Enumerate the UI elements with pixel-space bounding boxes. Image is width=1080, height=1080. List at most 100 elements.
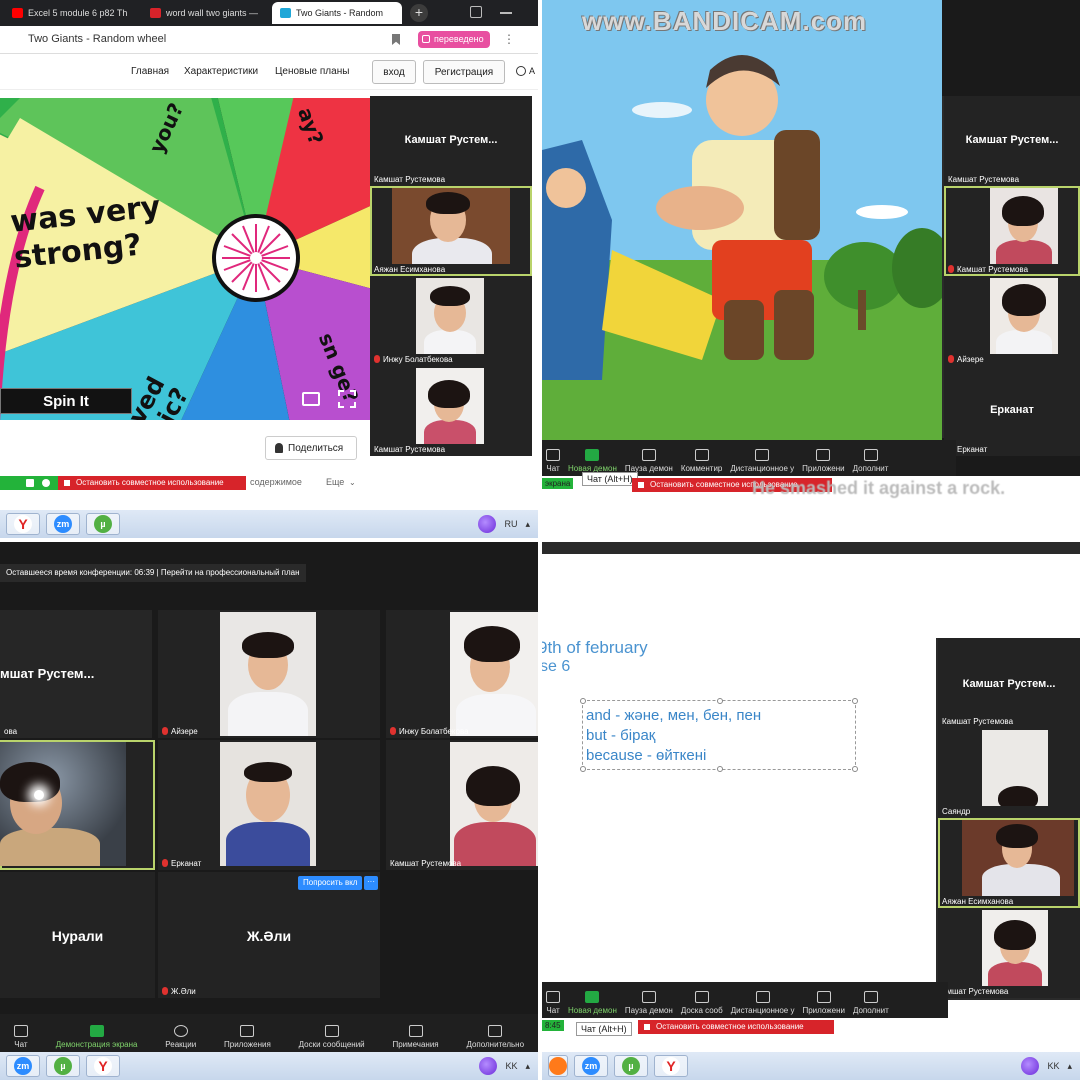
participant-tile[interactable]: амшат Рустемова (938, 908, 1080, 998)
tray-arrow-icon[interactable]: ▴ (525, 519, 530, 530)
text-box[interactable]: and - және, мен, бен, пен but - бірақ be… (580, 698, 858, 772)
chevron-down-icon[interactable]: ⌄ (349, 478, 356, 487)
resize-handle[interactable] (852, 698, 858, 704)
apps-button[interactable]: Приложени (798, 440, 848, 476)
more-button[interactable]: Дополнит (849, 440, 893, 476)
keyboard-language[interactable]: KK (505, 1061, 517, 1071)
translated-badge[interactable]: переведено (418, 31, 490, 48)
participant-tile[interactable]: Камшат Рустем... Камшат Рустемова (938, 638, 1080, 728)
participant-video (220, 612, 316, 736)
login-button[interactable]: вход (372, 60, 416, 84)
notes-button[interactable]: Примечания (388, 1014, 442, 1052)
kebab-menu-icon[interactable]: ⋮ (503, 32, 515, 46)
whiteboards-button[interactable]: Доски сообщений (295, 1014, 369, 1052)
resize-handle[interactable] (580, 698, 586, 704)
meeting-time-banner[interactable]: Оставшееся время конференции: 06:39 | Пе… (0, 564, 306, 582)
nav-pricing-link[interactable]: Ценовые планы (275, 66, 349, 77)
participant-tile[interactable]: Инжу Болатбекова (386, 610, 538, 738)
nav-home-link[interactable]: Главная (131, 66, 169, 77)
participant-big-name: Камшат Рустем... (404, 134, 498, 146)
resize-handle[interactable] (580, 766, 586, 772)
pause-share-button[interactable]: Пауза демон (621, 982, 677, 1018)
more-button[interactable]: Дополнительно (462, 1014, 528, 1052)
language-label[interactable]: А (529, 66, 535, 76)
tab-search-icon[interactable] (470, 6, 482, 18)
taskbar-yandex-button[interactable]: Y (654, 1055, 688, 1077)
participant-tile[interactable]: Камшат Рустемова (386, 740, 538, 870)
chat-button[interactable]: Чат (542, 440, 564, 476)
participant-tile[interactable]: Камшат Рустем... Камшат Рустемова (370, 96, 532, 186)
sound-icon[interactable] (302, 392, 320, 406)
minimize-icon[interactable] (500, 12, 512, 14)
taskbar-yandex-button[interactable]: Y (6, 513, 40, 535)
taskbar-yandex-button[interactable]: Y (86, 1055, 120, 1077)
share-screen-button[interactable]: Демонстрация экрана (52, 1014, 142, 1052)
apps-button[interactable]: Приложения (220, 1014, 275, 1052)
remote-control-button[interactable]: Дистанционное у (727, 982, 799, 1018)
tray-arrow-icon[interactable]: ▴ (525, 1061, 530, 1072)
reactions-button[interactable]: Реакции (161, 1014, 200, 1052)
participant-tile-active[interactable]: Камшат Рустемова (944, 186, 1080, 276)
participant-tile[interactable]: Айзере (158, 610, 380, 738)
taskbar-utorrent-button[interactable]: µ (86, 513, 120, 535)
bookmark-icon[interactable] (392, 34, 400, 45)
stop-sharing-button[interactable]: Остановить совместное использование (58, 476, 246, 490)
new-tab-button[interactable]: + (410, 4, 428, 22)
participant-big-name: Нурали (51, 928, 104, 944)
alice-assistant-icon[interactable] (1021, 1057, 1040, 1075)
nav-features-link[interactable]: Характеристики (184, 66, 258, 77)
participant-tile-active[interactable]: Аяжан Есимханова (938, 818, 1080, 908)
taskbar-utorrent-button[interactable]: µ (614, 1055, 648, 1077)
chat-button[interactable]: Чат (542, 982, 564, 1018)
participant-tile[interactable]: Ерканат Ерканат (944, 366, 1080, 456)
more-dropdown[interactable]: Еще (326, 477, 344, 487)
resize-handle[interactable] (717, 698, 723, 704)
whiteboard-button[interactable]: Доска сооб (677, 982, 727, 1018)
remote-control-button[interactable]: Дистанционное у (726, 440, 798, 476)
taskbar-zoom-button[interactable]: zm (574, 1055, 608, 1077)
participant-tile[interactable]: Ж.Әли Ж.Әли Попросить вкл ··· (158, 872, 380, 998)
more-button[interactable]: Дополнит (849, 982, 893, 1018)
stop-sharing-button[interactable]: Остановить совместное использование (638, 1020, 834, 1034)
participant-tile[interactable]: Инжу Болатбекова (370, 276, 532, 366)
spin-it-button[interactable]: Spin It (0, 388, 132, 414)
taskbar-utorrent-button[interactable]: µ (46, 1055, 80, 1077)
participant-name-text: Ерканат (957, 445, 988, 454)
random-wheel[interactable]: was very strong? you? ay? ved sic? sn ge… (0, 98, 370, 420)
participant-tile[interactable]: Нурали (0, 872, 155, 998)
zoom-icon: zm (54, 515, 72, 533)
tray-arrow-icon[interactable]: ▴ (1067, 1061, 1072, 1072)
participant-tile[interactable]: Ерканат (158, 740, 380, 870)
taskbar-zoom-button[interactable]: zm (46, 513, 80, 535)
browser-tab-excel[interactable]: Excel 5 module 6 p82 Th (4, 2, 140, 24)
participant-tile[interactable]: мшат Рустем... ова (0, 610, 152, 738)
new-share-button[interactable]: Новая демон (564, 982, 621, 1018)
participant-tile-active[interactable] (0, 740, 155, 870)
participant-tile[interactable]: Камшат Рустем... Камшат Рустемова (944, 96, 1080, 186)
globe-icon[interactable] (516, 66, 526, 76)
browser-tab-wordwall[interactable]: word wall two giants — (142, 2, 270, 24)
alice-assistant-icon[interactable] (479, 1057, 498, 1075)
share-button[interactable]: Поделиться (265, 436, 357, 460)
pause-share-button[interactable]: Пауза демон (621, 440, 677, 476)
resize-handle[interactable] (852, 766, 858, 772)
taskbar-firefox-button[interactable] (548, 1055, 568, 1077)
fullscreen-icon[interactable] (338, 390, 356, 408)
keyboard-language[interactable]: KK (1047, 1061, 1059, 1071)
new-share-button[interactable]: Новая демон (564, 440, 621, 476)
participant-tile-active[interactable]: Аяжан Есимханова (370, 186, 532, 276)
annotate-button[interactable]: Комментир (677, 440, 727, 476)
chat-button[interactable]: Чат (10, 1014, 32, 1052)
browser-tab-two-giants[interactable]: Two Giants - Random (272, 2, 402, 24)
register-button[interactable]: Регистрация (423, 60, 505, 84)
keyboard-language[interactable]: RU (504, 519, 517, 529)
participant-tile[interactable]: Саяндр (938, 728, 1080, 818)
participant-tile[interactable]: Айзере (944, 276, 1080, 366)
more-options-icon[interactable]: ··· (364, 876, 378, 890)
resize-handle[interactable] (717, 766, 723, 772)
taskbar-zoom-button[interactable]: zm (6, 1055, 40, 1077)
participant-tile[interactable]: Камшат Рустемова (370, 366, 532, 456)
ask-to-unmute-button[interactable]: Попросить вкл (298, 876, 363, 890)
apps-button[interactable]: Приложени (798, 982, 848, 1018)
alice-assistant-icon[interactable] (478, 515, 497, 533)
